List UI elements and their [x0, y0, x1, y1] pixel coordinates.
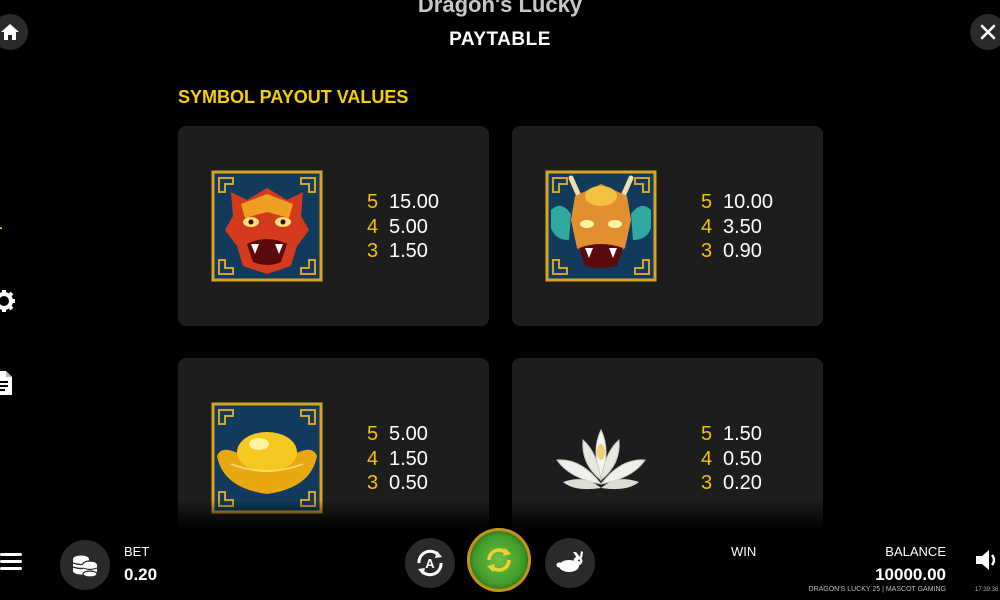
sound-button[interactable] — [974, 548, 1000, 577]
gold-ingot-icon — [211, 402, 323, 514]
page-title: PAYTABLE — [449, 29, 551, 50]
rules-button[interactable] — [0, 370, 14, 401]
autoplay-letter: A — [425, 555, 435, 571]
document-icon — [0, 371, 12, 395]
info-button[interactable]: i — [0, 203, 3, 236]
credits-text: DRAGON'S LUCKY 25 | MASCOT GAMING — [808, 586, 946, 593]
bet-button[interactable] — [60, 540, 110, 590]
payout-count: 3 — [701, 240, 713, 262]
balance-value: 10000.00 — [875, 565, 946, 584]
spin-button[interactable] — [467, 528, 531, 592]
payout-value: 1.50 — [389, 240, 428, 262]
payout-value: 0.50 — [389, 472, 428, 494]
payout-value: 0.20 — [723, 472, 762, 494]
red-dragon-mask-icon — [211, 170, 323, 282]
bet-value: 0.20 — [124, 565, 158, 584]
menu-button[interactable] — [0, 552, 22, 575]
section-title: SYMBOL PAYOUT VALUES — [178, 87, 409, 107]
payout-count: 3 — [367, 472, 379, 494]
payout-value: 15.00 — [389, 191, 440, 213]
autoplay-button[interactable]: A — [405, 538, 455, 588]
info-icon: i — [0, 203, 3, 236]
rabbit-icon — [556, 551, 583, 572]
payout-count: 5 — [367, 191, 379, 213]
turbo-button[interactable] — [545, 538, 595, 588]
payout-count: 5 — [701, 191, 713, 213]
speaker-icon — [976, 550, 996, 570]
coin-stack-icon — [72, 555, 98, 578]
close-button[interactable] — [970, 14, 1000, 50]
bottom-bar: BET 0.20 A WIN BALANCE 10000.00 DRAGON'S… — [0, 520, 1000, 600]
win-label: WIN — [731, 544, 757, 559]
payout-value: 1.50 — [389, 447, 428, 470]
payout-count: 5 — [701, 423, 713, 445]
payout-count: 4 — [367, 447, 379, 470]
bet-label: BET — [124, 544, 150, 559]
payout-count: 4 — [367, 215, 379, 238]
clock-text: 17:39:36 — [975, 587, 999, 593]
hamburger-menu-icon — [0, 553, 22, 570]
close-icon — [980, 24, 996, 40]
payout-count: 4 — [701, 447, 713, 470]
payout-count: 4 — [701, 215, 713, 238]
symbol-card: 5 15.00 4 5.00 3 1.50 — [178, 126, 489, 326]
settings-button[interactable] — [0, 288, 16, 319]
payout-value: 0.50 — [723, 447, 762, 470]
gear-icon — [0, 290, 15, 312]
payout-count: 3 — [701, 472, 713, 494]
payout-count: 3 — [367, 240, 379, 262]
teal-dragon-mask-icon — [545, 170, 657, 282]
spin-arrows-icon — [487, 548, 511, 572]
home-icon — [1, 24, 19, 40]
symbol-card: 5 10.00 4 3.50 3 0.90 — [512, 126, 823, 326]
payout-value: 10.00 — [723, 191, 774, 213]
payout-value: 1.50 — [723, 423, 762, 445]
payout-value: 0.90 — [723, 240, 762, 262]
payout-value: 3.50 — [723, 215, 762, 238]
game-title: Dragon's Lucky — [417, 0, 583, 17]
white-lotus-icon — [556, 428, 646, 490]
balance-label: BALANCE — [885, 544, 946, 559]
payout-value: 5.00 — [389, 423, 428, 445]
payout-value: 5.00 — [389, 215, 428, 238]
payout-count: 5 — [367, 423, 379, 445]
